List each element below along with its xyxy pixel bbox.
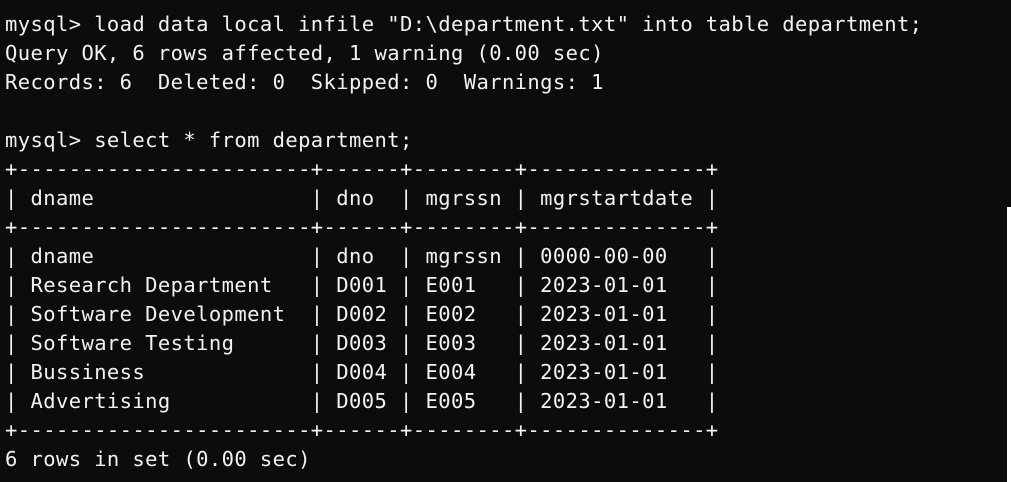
table-row: | dname | dno | mgrssn | 0000-00-00 |	[5, 244, 719, 268]
table-border-mid: +-----------------------+------+--------…	[5, 215, 719, 239]
table-row: | Software Testing | D003 | E003 | 2023-…	[5, 331, 719, 355]
table-border-bottom: +-----------------------+------+--------…	[5, 418, 719, 442]
scrollbar[interactable]	[1007, 207, 1011, 482]
command-select: mysql> select * from department;	[5, 128, 413, 152]
table-header-row: | dname | dno | mgrssn | mgrstartdate |	[5, 186, 719, 210]
table-row: | Bussiness | D004 | E004 | 2023-01-01 |	[5, 360, 719, 384]
table-row: | Research Department | D001 | E001 | 20…	[5, 273, 719, 297]
terminal-output[interactable]: mysql> load data local infile "D:\depart…	[5, 10, 1005, 480]
table-row: | Software Development | D002 | E002 | 2…	[5, 302, 719, 326]
table-row: | Advertising | D005 | E005 | 2023-01-01…	[5, 389, 719, 413]
result-summary: 6 rows in set (0.00 sec)	[5, 447, 311, 471]
table-border-top: +-----------------------+------+--------…	[5, 157, 719, 181]
query-ok-message: Query OK, 6 rows affected, 1 warning (0.…	[5, 41, 604, 65]
records-summary: Records: 6 Deleted: 0 Skipped: 0 Warning…	[5, 70, 604, 94]
command-load-data: mysql> load data local infile "D:\depart…	[5, 12, 923, 36]
